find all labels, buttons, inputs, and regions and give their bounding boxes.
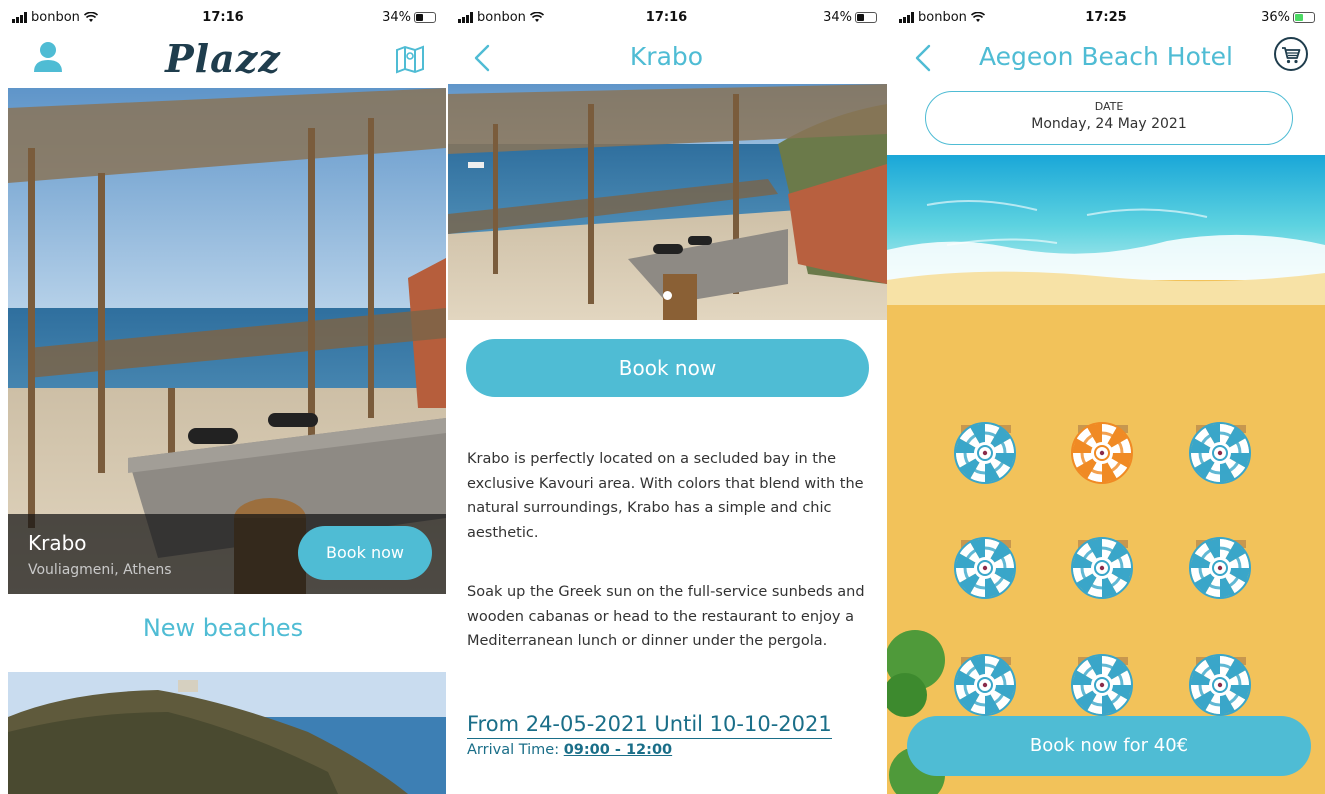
arrival-label: Arrival Time:: [467, 742, 560, 758]
beach-location: Vouliagmeni, Athens: [28, 562, 172, 578]
carousel-dot[interactable]: [663, 291, 672, 300]
beach-detail-screen: bonbon 17:16 34% Krabo Book now Krabo is…: [446, 0, 887, 794]
description-paragraph: Soak up the Greek sun on the full-servic…: [467, 584, 865, 649]
new-beaches-title: New beaches: [142, 614, 304, 642]
battery-icon: [414, 12, 436, 23]
back-chevron-icon[interactable]: [468, 42, 498, 74]
availability-period: From 24-05-2021 Until 10-10-2021: [467, 712, 832, 739]
status-bar: bonbon 17:25 36%: [887, 0, 1325, 32]
umbrella-available[interactable]: [1068, 651, 1136, 719]
date-picker[interactable]: DATE Monday, 24 May 2021: [925, 91, 1293, 145]
status-time: 17:25: [1085, 10, 1127, 25]
umbrella-available[interactable]: [1068, 534, 1136, 602]
featured-caption: Krabo Vouliagmeni, Athens Book now: [8, 514, 446, 594]
battery-percent: 36%: [1261, 10, 1290, 25]
book-now-button[interactable]: Book now: [298, 526, 432, 580]
carousel-dots: [448, 291, 887, 300]
umbrella-available[interactable]: [1186, 419, 1254, 487]
home-screen: bonbon 17:16 34% Plazz Krabo Vouliagmeni…: [0, 0, 446, 794]
umbrella-available[interactable]: [951, 419, 1019, 487]
status-time: 17:16: [645, 10, 688, 25]
booking-map-screen: bonbon 17:25 36% Aegeon Beach Hotel DATE…: [887, 0, 1325, 794]
book-now-button[interactable]: Book now: [466, 339, 869, 397]
app-logo: Plazz: [165, 36, 281, 81]
book-now-button[interactable]: Book now for 40€: [907, 716, 1311, 776]
new-beach-card[interactable]: [8, 672, 446, 794]
battery-charging-icon: [1293, 12, 1315, 23]
back-chevron-icon[interactable]: [909, 42, 939, 74]
featured-beach-card[interactable]: Krabo Vouliagmeni, Athens Book now: [8, 88, 446, 594]
status-time: 17:16: [202, 10, 244, 25]
status-bar: bonbon 17:16 34%: [0, 0, 446, 32]
umbrella-available[interactable]: [951, 651, 1019, 719]
date-value: Monday, 24 May 2021: [1031, 116, 1187, 132]
top-navbar: Krabo: [446, 32, 887, 84]
beach-photo: [448, 84, 887, 320]
arrival-value: 09:00 - 12:00: [563, 742, 673, 758]
umbrella-available[interactable]: [1186, 651, 1254, 719]
battery-percent: 34%: [382, 10, 411, 25]
top-navbar: Aegeon Beach Hotel: [887, 32, 1325, 84]
umbrella-available[interactable]: [951, 534, 1019, 602]
status-bar: bonbon 17:16 34%: [446, 0, 887, 32]
description-paragraph: Krabo is perfectly located on a secluded…: [467, 451, 864, 541]
map-icon[interactable]: [394, 44, 426, 74]
page-title: Krabo: [629, 42, 704, 71]
beach-name: Krabo: [28, 531, 87, 555]
top-navbar: Plazz: [0, 32, 446, 84]
battery-icon: [855, 12, 877, 23]
umbrella-selected[interactable]: [1068, 419, 1136, 487]
beach-photo: [8, 672, 446, 794]
cart-icon[interactable]: [1273, 36, 1309, 72]
beach-map: [887, 155, 1325, 794]
arrival-time: Arrival Time: 09:00 - 12:00: [467, 742, 672, 758]
battery-percent: 34%: [823, 10, 852, 25]
date-label: DATE: [1094, 100, 1124, 113]
beach-photo-carousel[interactable]: [448, 84, 887, 320]
page-title: Aegeon Beach Hotel: [979, 42, 1233, 71]
umbrella-available[interactable]: [1186, 534, 1254, 602]
